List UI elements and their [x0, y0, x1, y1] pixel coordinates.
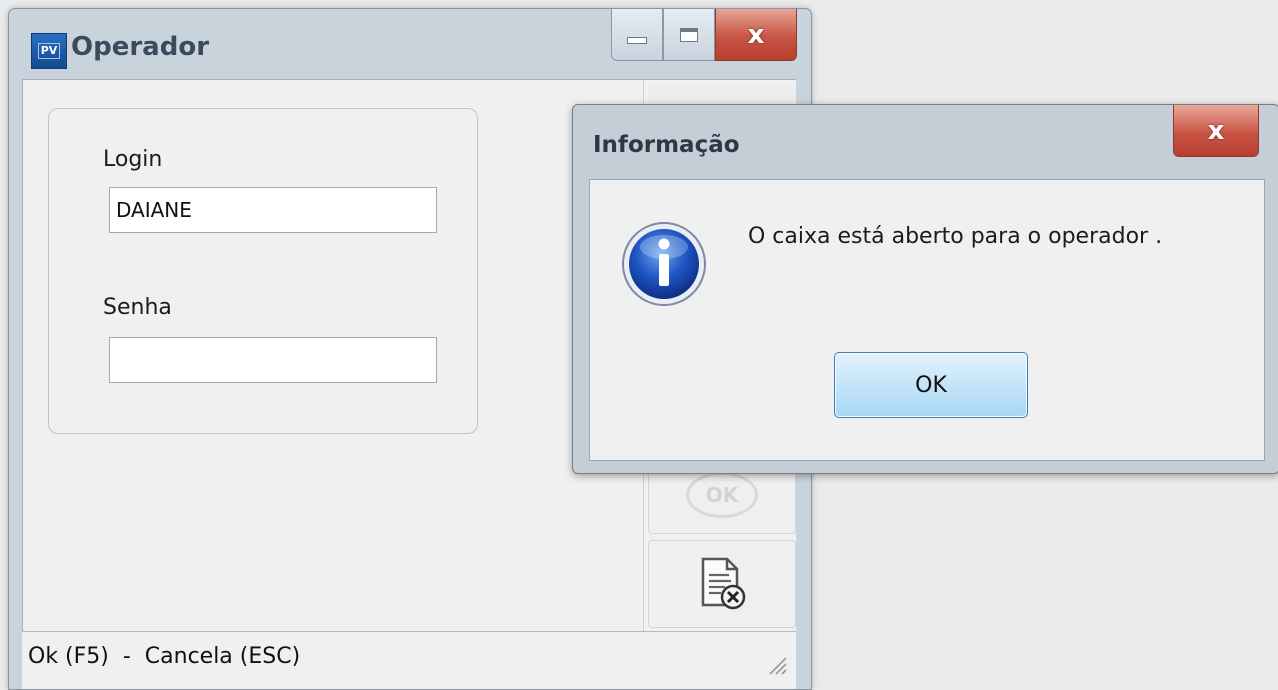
app-logo-text: PV	[37, 43, 61, 59]
status-shortcuts-text: Ok (F5) - Cancela (ESC)	[28, 644, 301, 669]
dialog-body: O caixa está aberto para o operador . OK	[589, 179, 1265, 461]
document-cancel-icon	[701, 557, 746, 610]
close-icon: x	[1207, 115, 1225, 146]
close-button[interactable]: x	[715, 9, 797, 61]
resize-grip-icon[interactable]	[764, 652, 788, 676]
dialog-title: Informação	[593, 132, 740, 158]
dialog-message: O caixa está aberto para o operador .	[748, 224, 1163, 249]
close-icon: x	[747, 19, 765, 50]
caption-buttons: x	[611, 9, 797, 63]
dialog-close-button[interactable]: x	[1173, 105, 1259, 157]
cancel-button[interactable]	[648, 540, 796, 628]
app-logo-icon: PV	[31, 33, 67, 69]
login-label: Login	[103, 147, 163, 172]
login-input[interactable]: DAIANE	[109, 187, 437, 233]
login-groupbox: Login DAIANE Senha	[48, 108, 478, 434]
minimize-button[interactable]	[611, 9, 663, 61]
info-icon	[622, 222, 706, 306]
maximize-icon	[680, 27, 698, 42]
maximize-button[interactable]	[663, 9, 715, 61]
ok-glyph-text: OK	[705, 483, 739, 507]
ok-circle-icon: OK	[686, 472, 758, 518]
title-bar[interactable]: PV Operador x	[9, 9, 811, 79]
status-bar: Ok (F5) - Cancela (ESC)	[22, 631, 796, 689]
dialog-ok-button[interactable]: OK	[834, 352, 1028, 418]
minimize-icon	[627, 37, 647, 44]
password-input[interactable]	[109, 337, 437, 383]
information-dialog: Informação x O caixa está aberto para o …	[572, 104, 1278, 474]
window-title: Operador	[71, 32, 210, 62]
password-label: Senha	[103, 295, 172, 320]
